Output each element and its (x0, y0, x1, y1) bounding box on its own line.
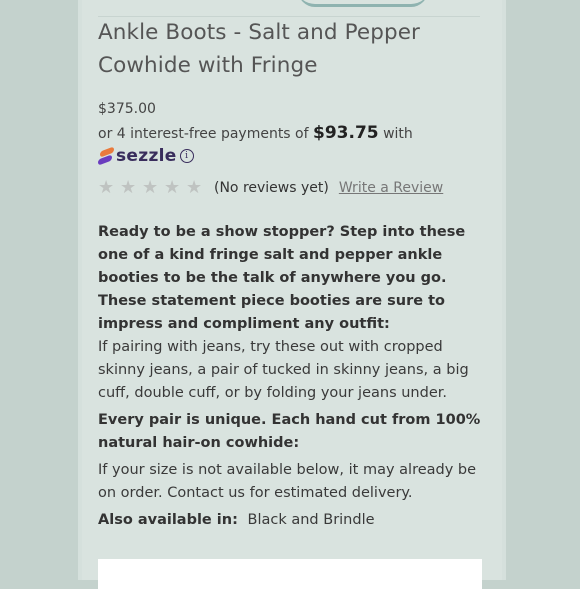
option-select-box[interactable] (98, 559, 482, 589)
star-icon: ★ (120, 177, 137, 198)
sezzle-logo-icon (98, 146, 114, 166)
description-pairing: If pairing with jeans, try these out wit… (98, 339, 469, 401)
logo-fragment (298, 0, 428, 7)
also-available-label: Also available in: (98, 512, 238, 528)
star-icon: ★ (98, 177, 115, 198)
product-price: $375.00 (98, 101, 156, 117)
description-unique: Every pair is unique. Each hand cut from… (98, 412, 481, 451)
also-available-value: Black and Brindle (247, 512, 375, 528)
also-available: Also available in: Black and Brindle (98, 509, 490, 532)
star-icon: ★ (186, 177, 203, 198)
sezzle-wordmark: sezzle (116, 146, 177, 166)
installments-suffix: with (383, 126, 413, 142)
star-icon: ★ (164, 177, 181, 198)
installments-prefix: or 4 interest-free payments of (98, 126, 309, 142)
installment-amount: $93.75 (313, 123, 379, 143)
description-availability: If your size is not available below, it … (98, 462, 477, 501)
reviews-row: ★ ★ ★ ★ ★ (No reviews yet) Write a Revie… (98, 177, 490, 199)
sezzle-logo[interactable]: sezzle (98, 146, 177, 166)
installments-line: or 4 interest-free payments of $93.75 wi… (98, 123, 490, 143)
star-rating: ★ ★ ★ ★ ★ (98, 179, 208, 197)
header-divider (98, 0, 480, 17)
write-review-link[interactable]: Write a Review (339, 180, 443, 196)
info-icon[interactable]: i (179, 149, 194, 163)
reviews-count: (No reviews yet) (214, 180, 329, 196)
description-intro: Ready to be a show stopper? Step into th… (98, 224, 466, 332)
star-icon: ★ (142, 177, 159, 198)
sezzle-row: sezzle i (98, 145, 490, 167)
product-title: Ankle Boots - Salt and Pepper Cowhide wi… (98, 20, 420, 78)
product-details: Ankle Boots - Salt and Pepper Cowhide wi… (98, 16, 490, 532)
product-description: Ready to be a show stopper? Step into th… (98, 221, 490, 532)
